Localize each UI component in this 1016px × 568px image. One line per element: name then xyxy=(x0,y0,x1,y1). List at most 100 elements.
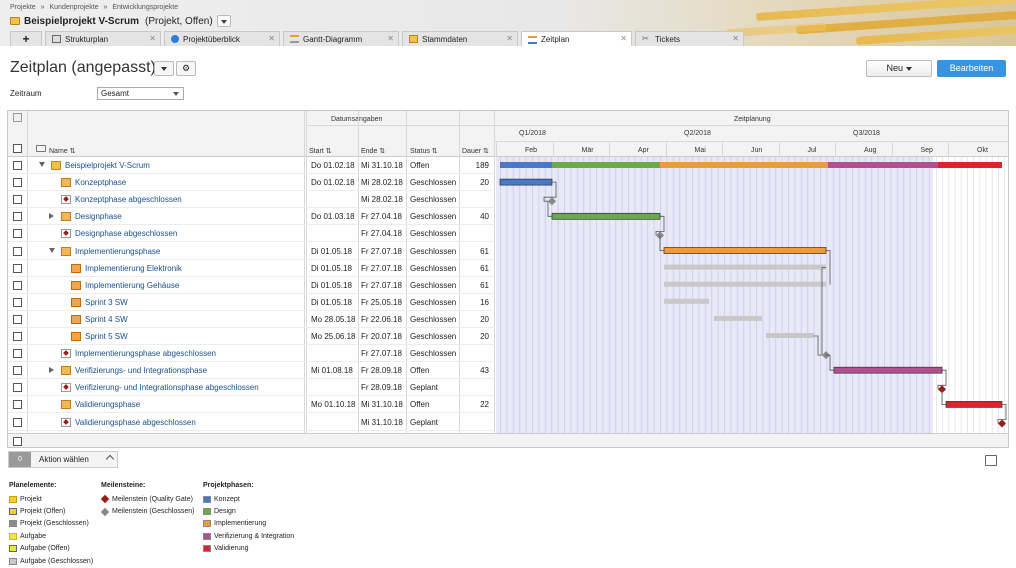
header-decoration xyxy=(716,0,1016,46)
bar-konzeptphase xyxy=(499,178,553,186)
row-checkbox[interactable] xyxy=(13,229,22,239)
new-button[interactable]: Neu xyxy=(866,60,932,77)
week-stripe xyxy=(608,157,610,433)
row-status: Geschlossen xyxy=(410,212,457,222)
col-name[interactable]: Name ⇅ xyxy=(49,147,76,155)
breadcrumb-item[interactable]: Kundenprojekte xyxy=(50,4,99,11)
col-end[interactable]: Ende ⇅ xyxy=(361,147,385,155)
table-row[interactable]: Sprint 5 SW Mo 25.06.18 Fr 20.07.18 Geschlo… xyxy=(8,328,495,345)
row-duration: 20 xyxy=(480,314,489,324)
row-checkbox[interactable] xyxy=(13,263,22,273)
row-checkbox[interactable] xyxy=(13,366,22,376)
row-name[interactable]: Beispielprojekt V-Scrum xyxy=(65,161,150,170)
week-stripe xyxy=(775,157,777,433)
table-row[interactable]: Sprint 3 SW Di 01.05.18 Fr 25.05.18 Geschlo… xyxy=(8,294,495,311)
row-checkbox[interactable] xyxy=(13,178,22,188)
table-row[interactable]: Implementierung Gehäuse Di 01.05.18 Fr 27.… xyxy=(8,277,495,294)
edit-button[interactable]: Bearbeiten xyxy=(937,60,1006,77)
collapse-icon[interactable] xyxy=(39,162,45,167)
tab-projektueberblick[interactable]: Projektüberblick ✕ xyxy=(164,31,280,46)
col-start[interactable]: Start ⇅ xyxy=(309,147,332,155)
close-icon[interactable]: ✕ xyxy=(506,34,513,43)
row-name[interactable]: Sprint 3 SW xyxy=(85,298,128,307)
row-checkbox[interactable] xyxy=(13,400,22,410)
col-status[interactable]: Status ⇅ xyxy=(410,147,438,155)
collapse-icon[interactable] xyxy=(49,247,55,253)
zeitraum-select[interactable]: Gesamt xyxy=(97,87,184,100)
row-checkbox[interactable] xyxy=(13,417,22,427)
row-name[interactable]: Verifizierung- und Integrationsphase abg… xyxy=(75,383,259,392)
table-row[interactable]: Sprint 4 SW Mo 28.05.18 Fr 22.06.18 Geschlo… xyxy=(8,311,495,328)
tab-tickets[interactable]: ✂ Tickets ✕ xyxy=(635,31,744,46)
week-stripe xyxy=(736,157,738,433)
expand-icon[interactable] xyxy=(49,367,54,374)
row-checkbox[interactable] xyxy=(13,280,22,290)
week-stripe xyxy=(506,157,508,433)
table-row[interactable]: Verifizierung- und Integrationsphase abg… xyxy=(8,379,495,397)
row-name[interactable]: Konzeptphase abgeschlossen xyxy=(75,195,182,204)
close-icon[interactable]: ✕ xyxy=(268,34,275,43)
tab-stammdaten[interactable]: Stammdaten ✕ xyxy=(402,31,518,46)
week-stripe xyxy=(692,157,693,433)
row-name[interactable]: Sprint 4 SW xyxy=(85,315,128,324)
table-row[interactable]: Beispielprojekt V-Scrum Do 01.02.18 Mi 31.… xyxy=(8,157,495,174)
close-icon[interactable]: ✕ xyxy=(732,34,739,43)
table-row[interactable]: Validierungsphase Mo 01.10.18 Mi 31.10.18 O… xyxy=(8,396,495,414)
table-row[interactable]: Implementierungsphase abgeschlossen Fr 27… xyxy=(8,345,495,363)
row-name[interactable]: Sprint 5 SW xyxy=(85,332,128,341)
row-name[interactable]: Validierungsphase abgeschlossen xyxy=(75,418,196,427)
tab-gantt-diagramm[interactable]: Gantt-Diagramm ✕ xyxy=(283,31,399,46)
row-status: Geschlossen xyxy=(410,229,457,239)
close-icon[interactable]: ✕ xyxy=(620,34,627,43)
week-stripe xyxy=(979,157,981,433)
bar-sprint4 xyxy=(714,315,762,321)
row-checkbox[interactable] xyxy=(13,349,22,359)
schedule-grid: Name ⇅ Datumsangaben Start ⇅ Ende ⇅ Stat… xyxy=(7,110,1009,448)
row-name[interactable]: Designphase xyxy=(75,212,122,221)
table-row[interactable]: Implementierung Elektronik Di 01.05.18 Fr … xyxy=(8,260,495,277)
row-status: Geschlossen xyxy=(410,349,457,359)
add-tab-button[interactable]: + xyxy=(10,31,42,46)
tab-strukturplan[interactable]: Strukturplan ✕ xyxy=(45,31,161,46)
row-name[interactable]: Designphase abgeschlossen xyxy=(75,229,177,238)
row-checkbox[interactable] xyxy=(13,383,22,393)
settings-button[interactable]: ⚙ xyxy=(176,61,196,76)
row-checkbox[interactable] xyxy=(13,161,22,170)
breadcrumb-item[interactable]: Projekte xyxy=(10,4,36,11)
row-status: Geschlossen xyxy=(410,178,457,188)
table-row[interactable]: Implementierungsphase Di 01.05.18 Fr 27.07… xyxy=(8,243,495,260)
breadcrumb-item[interactable]: Entwicklungsprojekte xyxy=(112,4,178,11)
close-icon[interactable]: ✕ xyxy=(387,34,394,43)
row-name[interactable]: Implementierungsphase abgeschlossen xyxy=(75,349,216,358)
expand-icon[interactable] xyxy=(49,213,54,220)
row-checkbox[interactable] xyxy=(13,212,22,222)
table-row[interactable]: Validierungsphase abgeschlossen Mi 31.10.… xyxy=(8,414,495,431)
phase-icon xyxy=(51,161,61,170)
select-all-checkbox[interactable] xyxy=(13,144,22,153)
row-name[interactable]: Konzeptphase xyxy=(75,178,126,187)
tab-zeitplan[interactable]: Zeitplan ✕ xyxy=(521,31,632,47)
table-row[interactable]: Designphase Do 01.03.18 Fr 27.04.18 Geschlo… xyxy=(8,208,495,226)
table-row[interactable]: Verifizierungs- und Integrationsphase Mi … xyxy=(8,362,495,380)
row-name[interactable]: Implementierung Elektronik xyxy=(85,264,182,273)
row-checkbox[interactable] xyxy=(13,297,22,307)
table-row[interactable]: Konzeptphase Do 01.02.18 Mi 28.02.18 Geschl… xyxy=(8,174,495,192)
table-row[interactable]: Konzeptphase abgeschlossen Mi 28.02.18 Ges… xyxy=(8,191,495,209)
close-icon[interactable]: ✕ xyxy=(149,34,156,43)
row-checkbox[interactable] xyxy=(13,195,22,205)
row-name[interactable]: Implementierungsphase xyxy=(75,247,160,256)
row-name[interactable]: Implementierung Gehäuse xyxy=(85,281,179,290)
col-duration[interactable]: Dauer ⇅ xyxy=(462,147,489,155)
row-checkbox[interactable] xyxy=(13,314,22,324)
row-checkbox[interactable] xyxy=(13,332,22,341)
row-name[interactable]: Validierungsphase xyxy=(75,400,140,409)
table-row[interactable]: Designphase abgeschlossen Fr 27.04.18 Gesc… xyxy=(8,225,495,243)
footer-checkbox[interactable] xyxy=(13,437,22,446)
export-icon[interactable] xyxy=(985,455,997,466)
project-menu-dropdown[interactable] xyxy=(216,15,231,27)
view-dropdown-button[interactable] xyxy=(154,61,174,76)
row-checkbox[interactable] xyxy=(13,246,22,256)
row-name[interactable]: Verifizierungs- und Integrationsphase xyxy=(75,366,207,375)
row-end: Fr 27.04.18 xyxy=(361,212,402,222)
action-select[interactable]: 0 Aktion wählen xyxy=(8,451,118,468)
